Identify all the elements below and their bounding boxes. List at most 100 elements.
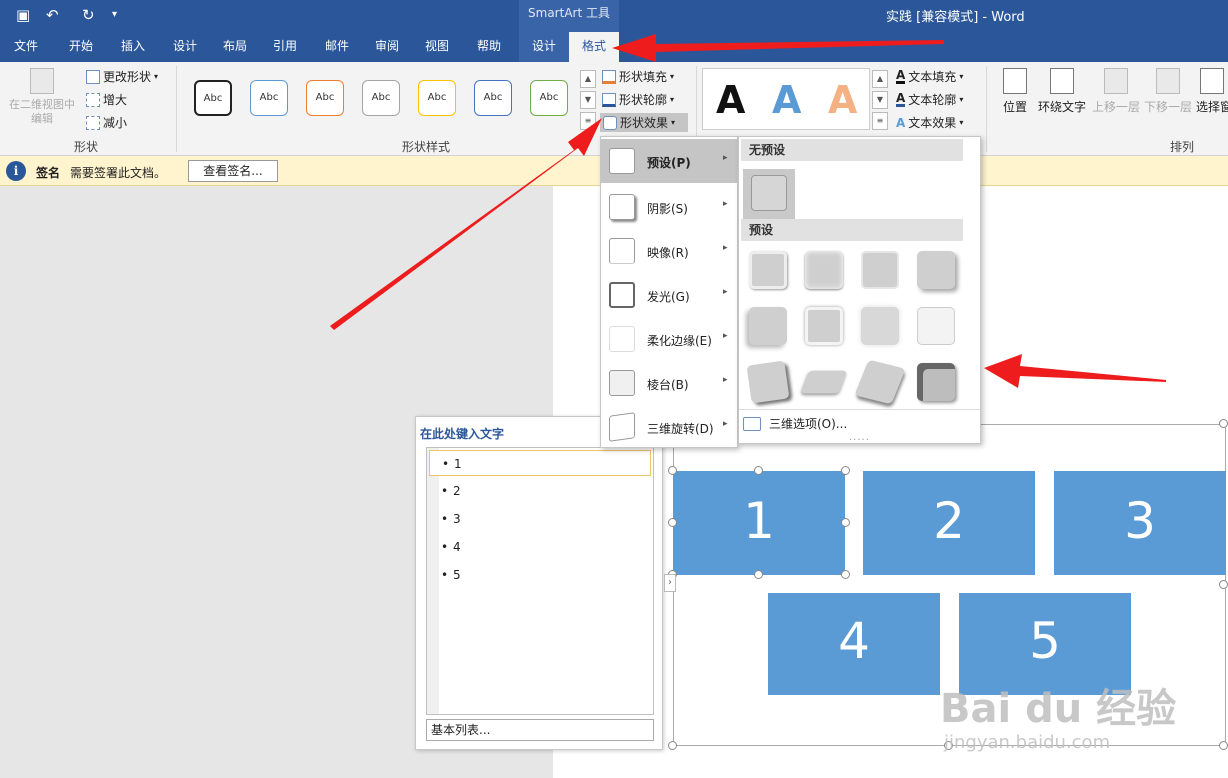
3d-options-button[interactable]: 三维选项(O)... xyxy=(743,415,847,432)
resize-handle[interactable] xyxy=(841,518,850,527)
bevel-preset-option[interactable] xyxy=(854,359,906,405)
frame-handle[interactable] xyxy=(668,741,677,750)
tab-format[interactable]: 格式 xyxy=(569,32,619,62)
text-fill-button[interactable]: A 文本填充 ▾ xyxy=(896,68,963,85)
tab-mailings[interactable]: 邮件 xyxy=(314,32,360,62)
list-item[interactable]: 2 xyxy=(429,478,651,504)
menu-item-3d-rotation[interactable]: 三维旋转(D) ▸ xyxy=(601,405,737,449)
selection-pane-button[interactable]: 选择窗 xyxy=(1196,68,1228,115)
bevel-preset-option[interactable] xyxy=(749,251,787,289)
bevel-preset-option[interactable] xyxy=(861,251,899,289)
text-effects-button[interactable]: A 文本效果 ▾ xyxy=(896,114,963,131)
bevel-preset-option[interactable] xyxy=(805,251,843,289)
tab-design[interactable]: 设计 xyxy=(162,32,208,62)
text-pane-toggle-icon[interactable]: › xyxy=(664,574,676,592)
smartart-box-2[interactable]: 2 xyxy=(863,471,1035,575)
document-title: 实践 [兼容模式] - Word xyxy=(886,10,1025,25)
chevron-down-icon: ▾ xyxy=(959,95,964,104)
menu-item-bevel[interactable]: 棱台(B) ▸ xyxy=(601,361,737,405)
resize-handle[interactable] xyxy=(754,570,763,579)
group-separator xyxy=(176,66,177,152)
shape-style-swatch[interactable]: Abc xyxy=(306,80,344,116)
gallery-down-icon[interactable]: ▼ xyxy=(580,91,596,109)
bevel-preset-option[interactable] xyxy=(805,307,843,345)
preset-icon xyxy=(609,148,635,174)
resize-handle[interactable] xyxy=(841,570,850,579)
wordart-more-icon[interactable]: ≡ xyxy=(872,112,888,130)
bevel-preset-option[interactable] xyxy=(746,360,790,404)
shape-style-swatch[interactable]: Abc xyxy=(530,80,568,116)
bevel-preset-option[interactable] xyxy=(861,307,899,345)
chevron-right-icon: ▸ xyxy=(723,419,728,429)
menu-item-glow[interactable]: 发光(G) ▸ xyxy=(601,273,737,317)
redo-icon[interactable]: ↻ xyxy=(82,6,95,24)
bevel-preset-option[interactable] xyxy=(800,370,848,394)
shape-effects-button[interactable]: 形状效果 ▾ xyxy=(600,113,688,132)
shape-style-swatch[interactable]: Abc xyxy=(250,80,288,116)
smartart-box-1[interactable]: 1 xyxy=(673,471,845,575)
smaller-button[interactable]: 减小 xyxy=(86,114,127,131)
menu-item-soft-edges[interactable]: 柔化边缘(E) ▸ xyxy=(601,317,737,361)
layout-name-link[interactable]: 基本列表... xyxy=(426,719,654,741)
customize-quick-access-icon[interactable]: ▾ xyxy=(112,9,117,20)
menu-item-reflection[interactable]: 映像(R) ▸ xyxy=(601,229,737,273)
resize-grip-icon[interactable]: ..... xyxy=(849,432,870,443)
tab-insert[interactable]: 插入 xyxy=(110,32,156,62)
wordart-down-icon[interactable]: ▼ xyxy=(872,91,888,109)
wrap-text-button[interactable]: 环绕文字 xyxy=(1036,68,1088,115)
shape-fill-button[interactable]: 形状填充 ▾ xyxy=(602,68,674,85)
smartart-box-3[interactable]: 3 xyxy=(1054,471,1226,575)
frame-handle[interactable] xyxy=(1219,580,1228,589)
frame-handle[interactable] xyxy=(1219,741,1228,750)
tab-help[interactable]: 帮助 xyxy=(466,32,512,62)
tab-view[interactable]: 视图 xyxy=(414,32,460,62)
wordart-black[interactable]: A xyxy=(716,78,745,122)
shape-style-swatch[interactable]: Abc xyxy=(474,80,512,116)
position-button[interactable]: 位置 xyxy=(998,68,1032,115)
resize-handle[interactable] xyxy=(754,466,763,475)
no-preset-option[interactable] xyxy=(743,169,795,219)
gallery-up-icon[interactable]: ▲ xyxy=(580,70,596,88)
save-icon[interactable]: ▣ xyxy=(16,6,30,24)
bevel-preset-option[interactable] xyxy=(749,307,787,345)
shape-group-label: 形状 xyxy=(74,140,99,154)
bring-forward-button[interactable]: 上移一层 xyxy=(1090,68,1142,115)
resize-handle[interactable] xyxy=(668,466,677,475)
text-outline-button[interactable]: A 文本轮廓 ▾ xyxy=(896,91,963,108)
resize-handle[interactable] xyxy=(841,466,850,475)
list-item[interactable]: 3 xyxy=(429,506,651,532)
shape-style-swatch[interactable]: Abc xyxy=(362,80,400,116)
send-backward-button[interactable]: 下移一层 xyxy=(1142,68,1194,115)
shape-style-swatch[interactable]: Abc xyxy=(418,80,456,116)
tab-smartart-design[interactable]: 设计 xyxy=(519,32,569,62)
smartart-box-4[interactable]: 4 xyxy=(768,593,940,695)
tab-layout[interactable]: 布局 xyxy=(212,32,258,62)
menu-item-shadow[interactable]: 阴影(S) ▸ xyxy=(601,185,737,229)
tab-home[interactable]: 开始 xyxy=(58,32,104,62)
view-signatures-button[interactable]: 查看签名... xyxy=(188,160,278,182)
wordart-up-icon[interactable]: ▲ xyxy=(872,70,888,88)
list-item[interactable]: 1 xyxy=(429,450,651,477)
gallery-more-icon[interactable]: ≡ xyxy=(580,112,596,130)
tab-references[interactable]: 引用 xyxy=(262,32,308,62)
tab-file[interactable]: 文件 xyxy=(2,32,50,62)
tab-review[interactable]: 审阅 xyxy=(364,32,410,62)
bevel-preset-option[interactable] xyxy=(917,251,955,289)
list-item[interactable]: 4 xyxy=(429,534,651,560)
bevel-preset-option[interactable] xyxy=(917,363,955,401)
shape-outline-button[interactable]: 形状轮廓 ▾ xyxy=(602,91,674,108)
undo-icon[interactable]: ↶ xyxy=(46,6,59,24)
list-item[interactable]: 5 xyxy=(429,562,651,588)
paint-bucket-icon xyxy=(602,69,616,84)
change-shape-button[interactable]: 更改形状 ▾ xyxy=(86,68,158,85)
larger-button[interactable]: 增大 xyxy=(86,91,127,108)
shape-style-swatch[interactable]: Abc xyxy=(194,80,232,116)
chevron-right-icon: ▸ xyxy=(723,199,728,209)
edit-in-2d-button[interactable]: 在二维视图中编辑 xyxy=(4,68,80,126)
bevel-preset-option[interactable] xyxy=(917,307,955,345)
frame-handle[interactable] xyxy=(1219,419,1228,428)
wordart-blue[interactable]: A xyxy=(772,78,801,122)
menu-item-preset[interactable]: 预设(P) ▸ xyxy=(601,139,737,183)
resize-handle[interactable] xyxy=(668,518,677,527)
wordart-orange[interactable]: A xyxy=(828,78,857,122)
